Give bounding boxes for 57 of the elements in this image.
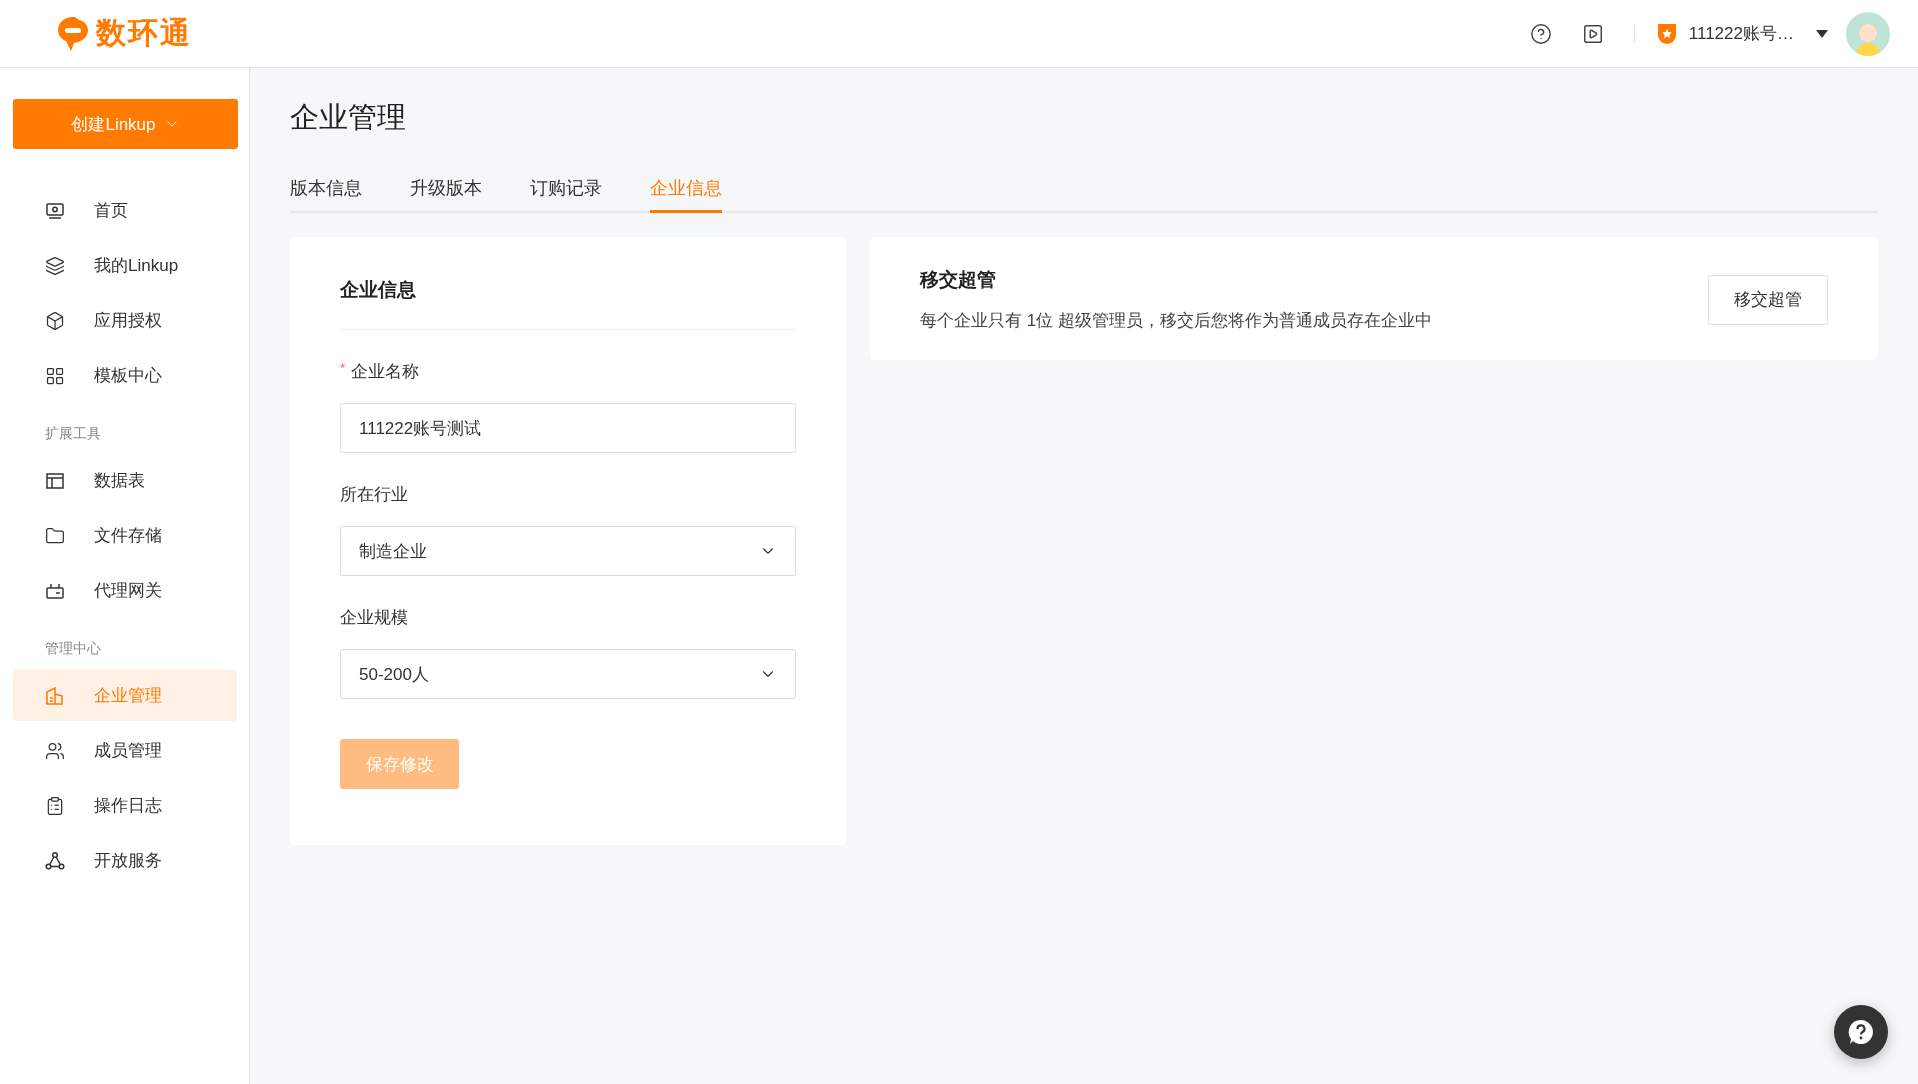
sidebar-item[interactable]: 代理网关 <box>13 565 237 616</box>
folder-icon <box>45 525 65 546</box>
field-label: 企业规模 <box>340 607 408 629</box>
field-label: 企业名称 <box>351 361 420 383</box>
help-chat-button[interactable] <box>1834 1005 1888 1059</box>
sidebar-item[interactable]: 我的Linkup <box>13 240 237 291</box>
input-field[interactable]: 111222账号测试 <box>340 403 796 453</box>
sidebar-item-label: 首页 <box>94 200 128 222</box>
clipboard-icon <box>45 795 65 816</box>
help-icon[interactable] <box>1529 22 1552 45</box>
building-icon <box>45 685 65 706</box>
sidebar-item-label: 文件存储 <box>94 525 162 547</box>
card-title: 移交超管 <box>920 268 997 292</box>
sidebar-item-label: 代理网关 <box>94 580 162 602</box>
tab[interactable]: 订购记录 <box>530 176 602 213</box>
page-title: 企业管理 <box>290 100 407 135</box>
sidebar-item[interactable]: 开放服务 <box>13 835 237 886</box>
sidebar-item[interactable]: 首页 <box>13 185 237 236</box>
nodes-icon <box>45 850 65 871</box>
sidebar-item-label: 企业管理 <box>94 685 162 707</box>
account-name[interactable]: 111222账号… <box>1688 22 1794 45</box>
card-title: 企业信息 <box>340 278 417 302</box>
sidebar-item-label: 我的Linkup <box>94 255 179 277</box>
sidebar-item[interactable]: 操作日志 <box>13 780 237 831</box>
sidebar-item-label: 模板中心 <box>94 365 162 387</box>
sidebar-item[interactable]: 成员管理 <box>13 725 237 776</box>
sidebar-item[interactable]: 模板中心 <box>13 350 237 401</box>
dropdown-icon[interactable] <box>1816 29 1828 38</box>
logo-icon <box>56 14 90 53</box>
sidebar-item-label: 应用授权 <box>94 310 162 332</box>
transfer-button[interactable]: 移交超管 <box>1708 274 1828 325</box>
field-label: 所在行业 <box>340 484 408 506</box>
cube-icon <box>45 310 65 331</box>
sidebar-item-label: 开放服务 <box>94 850 162 872</box>
logo-text: 数环通 <box>96 15 192 51</box>
users-icon <box>45 740 65 761</box>
layers-icon <box>45 255 65 276</box>
sidebar-section-title: 管理中心 <box>44 639 102 658</box>
required-mark: * <box>340 360 346 378</box>
sidebar-item[interactable]: 数据表 <box>13 455 237 506</box>
tab[interactable]: 版本信息 <box>290 176 362 213</box>
badge-icon <box>1656 22 1677 45</box>
sidebar-item[interactable]: 文件存储 <box>13 510 237 561</box>
help-chat-icon <box>1848 1019 1874 1045</box>
select-field[interactable]: 制造企业 <box>340 526 796 576</box>
sidebar-item[interactable]: 应用授权 <box>13 295 237 346</box>
sidebar-item-label: 操作日志 <box>94 795 162 817</box>
grid-icon <box>45 365 65 386</box>
sidebar-item-label: 成员管理 <box>94 740 162 762</box>
table-icon <box>45 470 65 491</box>
card-description: 每个企业只有 1位 超级管理员，移交后您将作为普通成员存在企业中 <box>920 310 1432 332</box>
select-field[interactable]: 50-200人 <box>340 649 796 699</box>
video-icon[interactable] <box>1581 22 1604 45</box>
sidebar-section-title: 扩展工具 <box>44 424 102 443</box>
sidebar-item-label: 数据表 <box>94 470 145 492</box>
monitor-icon <box>45 200 65 221</box>
tab[interactable]: 升级版本 <box>410 176 482 213</box>
